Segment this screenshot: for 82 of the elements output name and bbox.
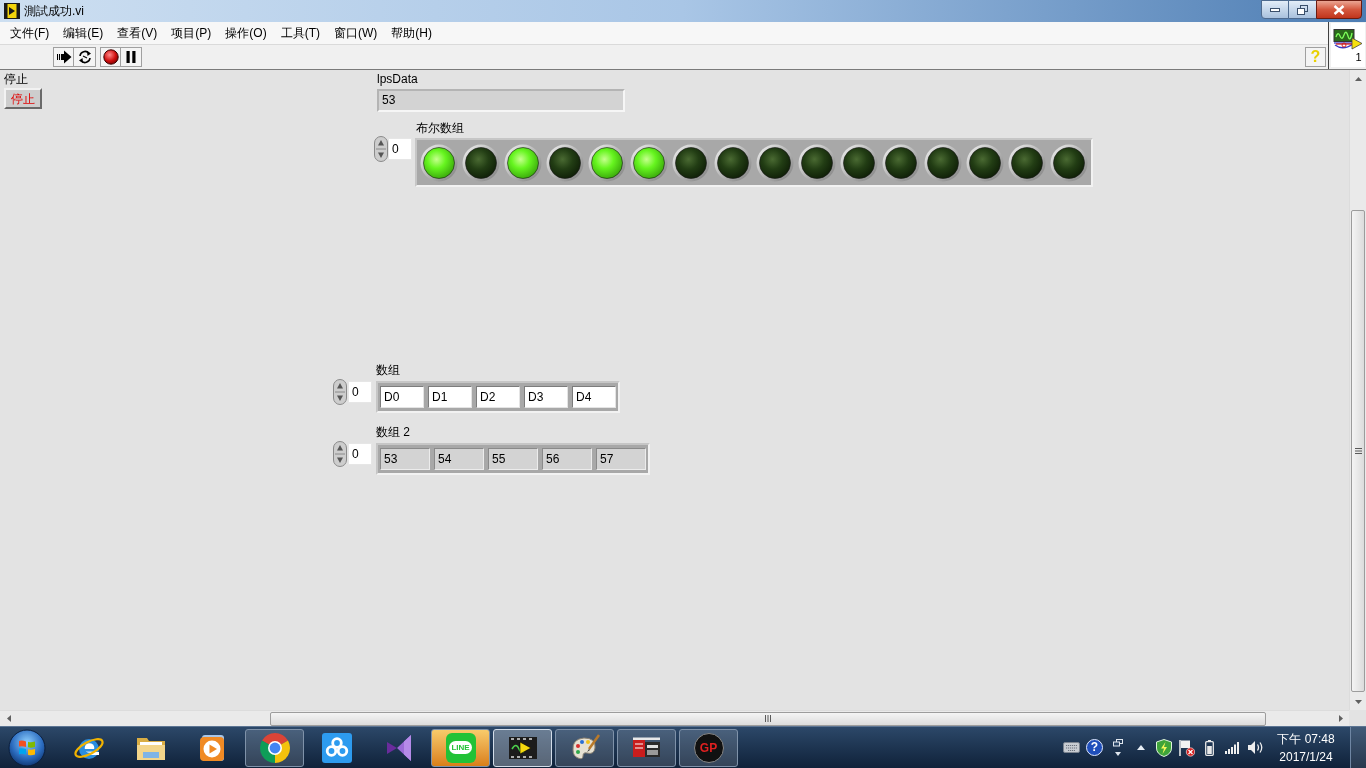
menu-item[interactable]: 工具(T) — [274, 23, 326, 43]
oscilloscope-icon — [1332, 29, 1363, 51]
keyboard-icon — [1063, 742, 1080, 753]
window-title: 測試成功.vi — [24, 3, 84, 19]
pause-icon — [126, 51, 136, 63]
logo-text: LINE — [449, 741, 472, 754]
menu-item[interactable]: 帮助(H) — [385, 23, 438, 43]
restore-icon — [1297, 4, 1308, 15]
menu-item[interactable]: 窗口(W) — [328, 23, 384, 43]
value-display: 53 — [377, 89, 625, 112]
run-continuously-button[interactable] — [74, 47, 96, 67]
scrollbar-thumb[interactable] — [1351, 210, 1365, 692]
indicator-label: lpsData — [377, 72, 418, 87]
caret-up-icon — [1136, 745, 1145, 750]
help-icon: ? — [1086, 739, 1103, 756]
indicator-label: 数组 2 — [376, 425, 411, 441]
value-display: 57 — [596, 448, 646, 470]
logo-text: GP — [699, 740, 718, 755]
stop-circle-icon — [102, 49, 119, 65]
taskbar-button[interactable] — [617, 728, 676, 767]
flag-icon — [1178, 738, 1195, 757]
caret-left-icon — [6, 715, 11, 722]
start-button[interactable] — [6, 727, 48, 768]
taskbar-button[interactable]: GP — [679, 728, 738, 767]
indicator-label: 布尔数组 — [416, 121, 465, 137]
tray-button[interactable]: ? — [1083, 732, 1106, 763]
battery-icon — [1205, 739, 1214, 756]
minimize-icon — [1270, 7, 1280, 12]
taskbar-button[interactable] — [245, 728, 304, 767]
cloud-icon — [320, 731, 353, 764]
string-field[interactable]: D1 — [428, 386, 472, 408]
string-field[interactable]: D3 — [524, 386, 568, 408]
instance-number: 1 — [1355, 51, 1362, 63]
windows-logo-icon — [8, 728, 46, 767]
menu-item[interactable]: 编辑(E) — [57, 23, 110, 43]
string-field[interactable]: D2 — [476, 386, 520, 408]
arrow-icon — [55, 50, 72, 64]
device-icon — [631, 736, 662, 759]
spinner-icon[interactable] — [374, 136, 388, 162]
caret-right-icon — [1338, 715, 1343, 722]
scrollbar-thumb[interactable] — [270, 711, 1266, 726]
clock-date: 2017/1/24 — [1279, 748, 1333, 766]
show-desktop-button[interactable] — [1350, 727, 1366, 768]
circular-arrows-icon — [76, 49, 93, 65]
menu-item[interactable]: 文件(F) — [4, 23, 56, 43]
menu-item[interactable]: 操作(O) — [219, 23, 273, 43]
minimize-button[interactable] — [1261, 0, 1289, 19]
grip-icon — [765, 715, 771, 722]
value-display: 54 — [434, 448, 484, 470]
string-field[interactable]: D0 — [380, 386, 424, 408]
shield-icon — [1155, 738, 1172, 757]
value-display: 53 — [380, 448, 430, 470]
caret-up-icon — [1354, 76, 1362, 81]
index-field[interactable]: 0 — [348, 443, 372, 465]
run-button[interactable] — [53, 47, 74, 67]
spinner-icon[interactable] — [333, 441, 347, 467]
close-icon — [1333, 4, 1345, 15]
menu-item[interactable]: 查看(V) — [111, 23, 164, 43]
clock-time: 下午 07:48 — [1277, 730, 1335, 748]
windows-switch-icon — [1112, 738, 1123, 757]
index-field[interactable]: 0 — [388, 138, 412, 160]
pause-button[interactable] — [121, 47, 142, 67]
maximize-button[interactable] — [1289, 0, 1316, 19]
close-button[interactable] — [1316, 0, 1362, 19]
caret-down-icon — [1354, 699, 1362, 704]
speaker-icon — [1247, 740, 1264, 755]
control-label: 停止 — [4, 72, 28, 87]
value-display: 55 — [488, 448, 538, 470]
index-field[interactable]: 0 — [348, 381, 372, 403]
menu-item[interactable]: 项目(P) — [165, 23, 218, 43]
ring-logo-icon — [258, 731, 291, 764]
control-label: 数组 — [376, 363, 401, 379]
string-field[interactable]: D4 — [572, 386, 616, 408]
taskbar-button[interactable] — [555, 728, 614, 767]
value-display: 56 — [542, 448, 592, 470]
abort-button[interactable] — [100, 47, 121, 67]
vi-icon-pane[interactable]: 1 — [1330, 23, 1365, 67]
grip-icon — [1354, 448, 1362, 454]
clock[interactable]: 下午 07:48 2017/1/24 — [1271, 727, 1341, 768]
signal-icon — [1225, 741, 1240, 754]
vi-file-icon — [4, 3, 20, 19]
spinner-icon[interactable] — [333, 379, 347, 405]
